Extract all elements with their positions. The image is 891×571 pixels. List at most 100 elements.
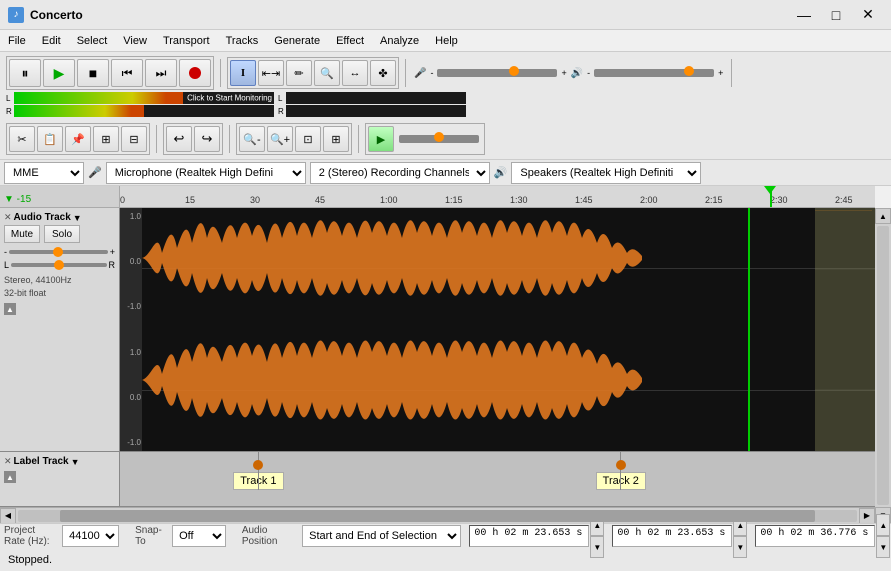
menu-analyze[interactable]: Analyze <box>372 30 427 52</box>
stop-button[interactable]: ■ <box>77 59 109 87</box>
silence-button[interactable]: ⊟ <box>121 126 147 152</box>
speakers-select[interactable]: Speakers (Realtek High Definiti <box>511 162 701 184</box>
scroll-up-button[interactable]: ▲ <box>875 208 891 224</box>
pause-button[interactable]: ⏸ <box>9 59 41 87</box>
label-track-close[interactable]: ✕ <box>4 456 12 467</box>
audio-position-label: Audio Position <box>242 525 298 547</box>
scale-neg-1-0-bot: -1.0 <box>121 438 141 447</box>
label-track-dropdown[interactable]: ▼ <box>71 457 80 467</box>
multi-tool-button[interactable]: ✤ <box>370 60 396 86</box>
ruler-0: 0 <box>120 195 125 205</box>
selected-region <box>815 208 875 451</box>
timeline-ruler[interactable]: 0 15 30 45 1:00 1:15 1:30 1:45 2:00 2:15… <box>120 186 875 208</box>
app-icon-glyph: ♪ <box>14 9 19 20</box>
stop-icon: ■ <box>89 65 97 81</box>
label-track-expand-button[interactable]: ▲ <box>4 471 16 483</box>
h-scroll-thumb[interactable] <box>60 510 815 522</box>
zoom-in-button[interactable]: 🔍+ <box>267 126 293 152</box>
menu-effect[interactable]: Effect <box>328 30 372 52</box>
menu-view[interactable]: View <box>115 30 155 52</box>
copy-button[interactable]: 📋 <box>37 126 63 152</box>
trim-button[interactable]: ⊞ <box>93 126 119 152</box>
microphone-select[interactable]: Microphone (Realtek High Defini <box>106 162 306 184</box>
audio-track-name: Audio Track <box>14 212 71 223</box>
audio-track-close[interactable]: ✕ <box>4 212 12 223</box>
close-button[interactable]: ✕ <box>853 5 883 25</box>
snap-to-label: Snap-To <box>135 525 168 547</box>
statusbar-controls: Project Rate (Hz): 44100 Snap-To Off Aud… <box>0 524 891 548</box>
label-track-content[interactable]: Track 1 Track 2 <box>120 452 875 506</box>
vu-l-fill <box>14 92 183 104</box>
vu-click-to-start[interactable]: Click to Start Monitoring <box>187 94 272 103</box>
undo-button[interactable]: ↩ <box>166 126 192 152</box>
menu-generate[interactable]: Generate <box>266 30 328 52</box>
vu-r-label: R <box>6 107 12 116</box>
paste-button[interactable]: 📌 <box>65 126 91 152</box>
play-button[interactable]: ▶ <box>43 59 75 87</box>
cut-button[interactable]: ✂ <box>9 126 35 152</box>
skip-start-button[interactable]: ⏮ <box>111 59 143 87</box>
scale-1-0: 1.0 <box>121 212 141 221</box>
trim-icon: ⊞ <box>101 133 110 146</box>
scroll-left-button[interactable]: ◀ <box>0 508 16 524</box>
play-speed-slider[interactable] <box>399 135 479 143</box>
pan-thumb[interactable] <box>54 260 64 270</box>
titlebar: ♪ Concerto — □ ✕ <box>0 0 891 30</box>
channels-select[interactable]: 2 (Stereo) Recording Channels <box>310 162 490 184</box>
gain-thumb[interactable] <box>53 247 63 257</box>
menu-edit[interactable]: Edit <box>34 30 69 52</box>
zoom-tool-button[interactable]: 🔍 <box>314 60 340 86</box>
play-speed-thumb[interactable] <box>434 132 444 142</box>
rec-level-thumb[interactable] <box>509 66 519 76</box>
vu-row-l: L Click to Start Monitoring <box>6 92 274 104</box>
redo-button[interactable]: ↪ <box>194 126 220 152</box>
pan-slider[interactable] <box>11 263 106 267</box>
playback-level-slider[interactable] <box>594 69 714 77</box>
zoom-out-button[interactable]: 🔍- <box>239 126 265 152</box>
ruler-100: 1:00 <box>380 195 398 205</box>
host-select[interactable]: MME <box>4 162 84 184</box>
toolbar-area: ⏸ ▶ ■ ⏮ ⏭ I ⇤⇥ <box>0 52 891 160</box>
playback-vu-section: L R <box>278 92 466 117</box>
zoom-fit-button[interactable]: ⊡ <box>295 126 321 152</box>
maximize-button[interactable]: □ <box>821 5 851 25</box>
menu-help[interactable]: Help <box>427 30 466 52</box>
sep1 <box>220 59 221 87</box>
pb-vu-l-bar <box>286 92 466 104</box>
audio-track-waveform[interactable]: 1.0 0.0 -1.0 1.0 0.0 -1.0 <box>120 208 875 451</box>
v-scroll-track[interactable] <box>877 226 889 505</box>
envelope-tool-button[interactable]: ⇤⇥ <box>258 60 284 86</box>
menu-select[interactable]: Select <box>69 30 116 52</box>
minimize-button[interactable]: — <box>789 5 819 25</box>
pause-icon: ⏸ <box>22 65 29 82</box>
time-spin-up-3[interactable]: ▲ <box>876 514 890 536</box>
record-button[interactable] <box>179 59 211 87</box>
track-expand-button[interactable]: ▲ <box>4 303 16 315</box>
edit-tools-section: ✂ 📋 📌 ⊞ ⊟ <box>6 123 150 155</box>
zoom-fit-icon: ⊡ <box>303 133 312 146</box>
draw-tool-button[interactable]: ✏ <box>286 60 312 86</box>
solo-button[interactable]: Solo <box>44 225 80 243</box>
h-scroll-track[interactable] <box>18 510 857 522</box>
menu-transport[interactable]: Transport <box>155 30 218 52</box>
label-track1-dot <box>253 460 263 470</box>
gain-slider[interactable] <box>9 250 108 254</box>
playback-level-thumb[interactable] <box>684 66 694 76</box>
play-speed-button[interactable]: ▶ <box>368 126 394 152</box>
menu-tracks[interactable]: Tracks <box>218 30 267 52</box>
selection-tool-button[interactable]: I <box>230 60 256 86</box>
zoom-sel-button[interactable]: ⊞ <box>323 126 349 152</box>
multi-tool-icon: ✤ <box>378 67 387 80</box>
audio-position-select[interactable]: Start and End of Selection <box>302 525 461 547</box>
rec-level-slider[interactable] <box>437 69 557 77</box>
audio-track-dropdown[interactable]: ▼ <box>73 213 82 223</box>
project-rate-select[interactable]: 44100 <box>62 525 119 547</box>
skip-end-button[interactable]: ⏭ <box>145 59 177 87</box>
label-track2-dot <box>616 460 626 470</box>
ruler-245: 2:45 <box>835 195 853 205</box>
snap-to-select[interactable]: Off <box>172 525 226 547</box>
time-shift-tool-button[interactable]: ↔ <box>342 60 368 86</box>
sep3 <box>731 59 732 87</box>
mute-button[interactable]: Mute <box>4 225 40 243</box>
menu-file[interactable]: File <box>0 30 34 52</box>
